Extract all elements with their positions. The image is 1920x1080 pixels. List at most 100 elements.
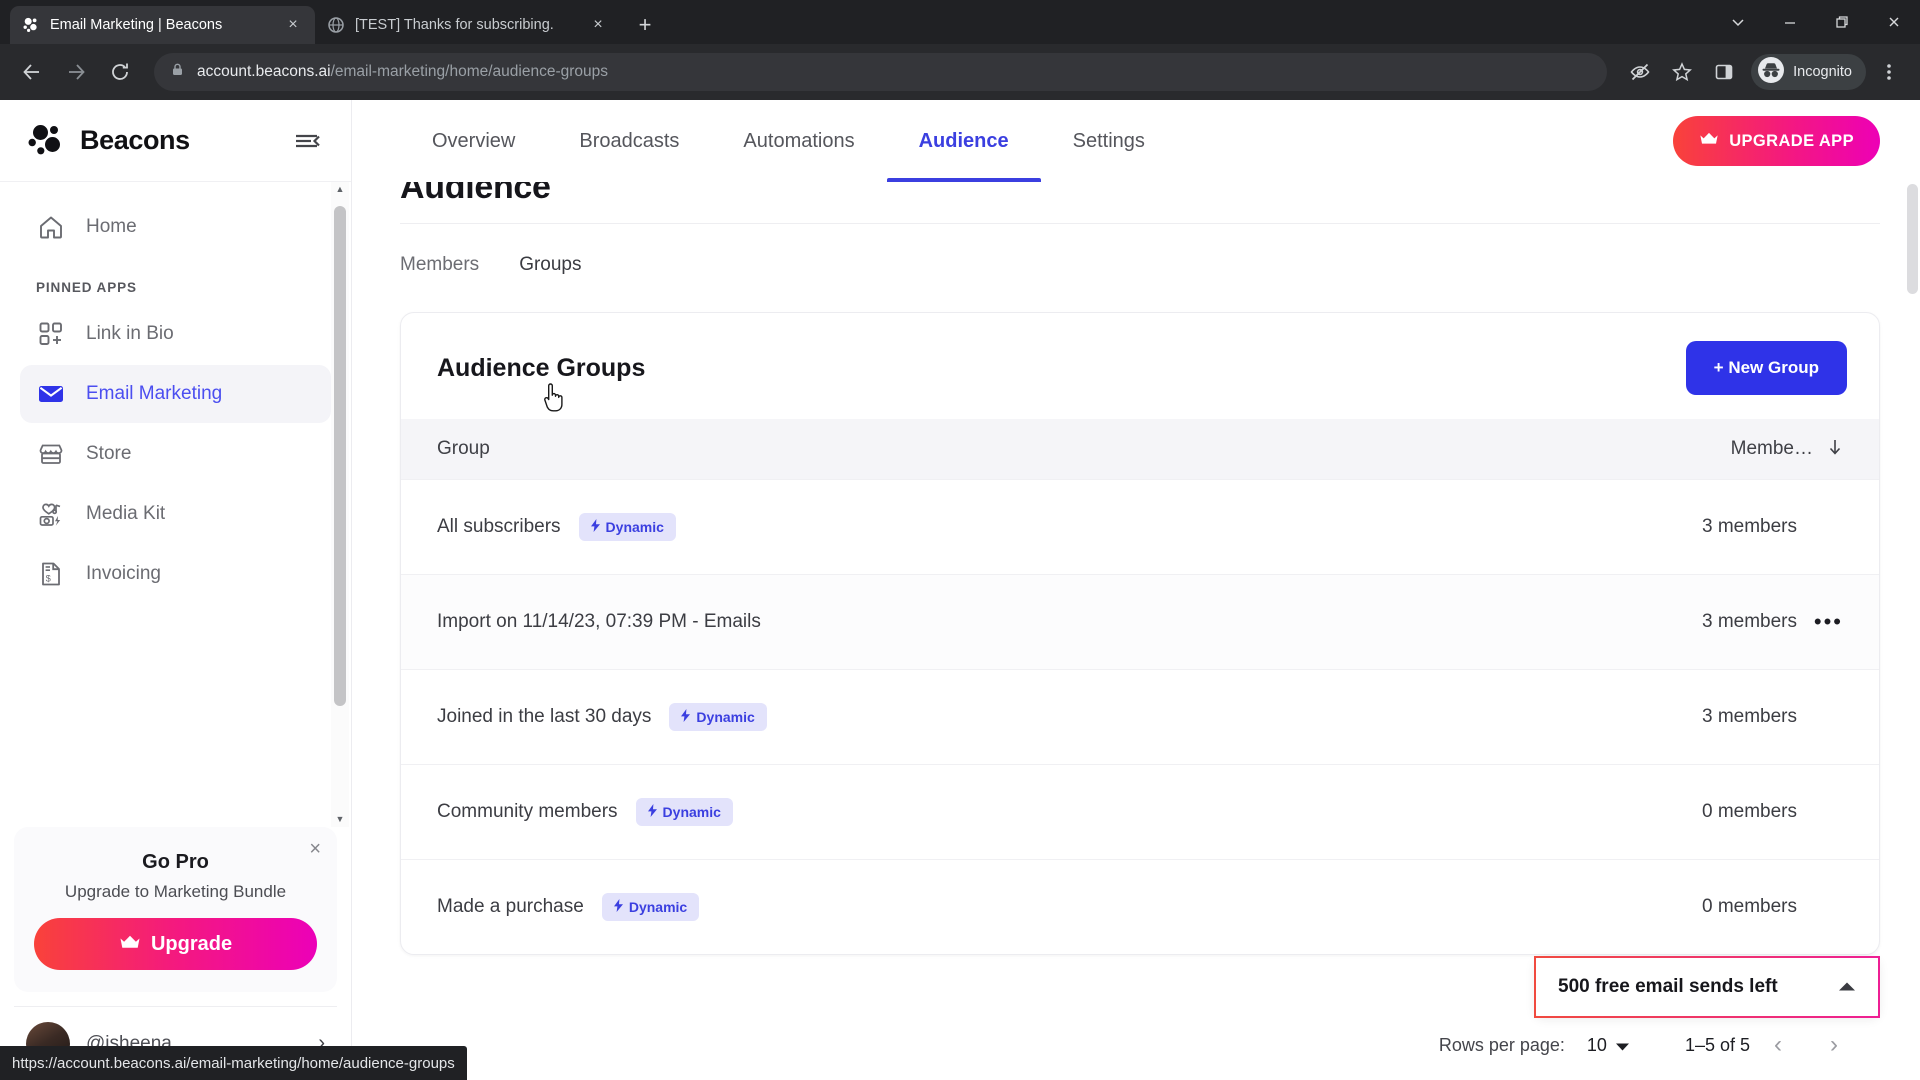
page-scrollbar[interactable]	[1904, 100, 1920, 1080]
audience-groups-card: Audience Groups + New Group Group Membe…	[400, 312, 1880, 955]
star-icon[interactable]	[1663, 53, 1701, 91]
minimize-icon[interactable]	[1764, 0, 1816, 44]
pagination-bar: Rows per page: 10 1–5 of 5 ‹ ›	[352, 1010, 1920, 1080]
column-header-group[interactable]: Group	[437, 438, 490, 460]
back-arrow-icon[interactable]	[12, 52, 52, 92]
table-header: Group Membe…	[401, 419, 1879, 479]
caret-down-icon	[1615, 1035, 1629, 1056]
browser-window: Email Marketing | Beacons × [TEST] Thank…	[0, 0, 1920, 1080]
scroll-up-arrow-icon[interactable]: ▲	[336, 185, 345, 194]
member-count: 3 members	[1701, 516, 1797, 537]
table-row[interactable]: All subscribers Dynamic 3 members	[401, 479, 1879, 574]
globe-icon	[327, 16, 345, 34]
lightning-icon	[681, 709, 691, 725]
sidebar-item-label: Email Marketing	[86, 383, 223, 404]
scroll-down-arrow-icon[interactable]: ▼	[336, 815, 345, 824]
table-row[interactable]: Joined in the last 30 days Dynamic 3 mem…	[401, 669, 1879, 764]
new-group-button[interactable]: + New Group	[1685, 341, 1847, 395]
tab-search-icon[interactable]	[1712, 0, 1764, 44]
next-page-button[interactable]: ›	[1806, 1031, 1862, 1059]
main-content: Overview Broadcasts Automations Audience…	[352, 100, 1920, 1080]
side-panel-icon[interactable]	[1705, 53, 1743, 91]
top-nav-items: Overview Broadcasts Automations Audience…	[400, 100, 1177, 182]
collapse-sidebar-icon[interactable]	[293, 126, 323, 156]
address-bar[interactable]: account.beacons.ai/email-marketing/home/…	[154, 53, 1608, 91]
lightning-icon	[647, 804, 657, 820]
store-icon	[36, 439, 66, 469]
sidebar-item-label: Invoicing	[86, 563, 161, 584]
incognito-indicator[interactable]: Incognito	[1751, 54, 1866, 90]
close-icon[interactable]: ×	[283, 15, 303, 35]
row-menu-icon[interactable]: •••	[1797, 611, 1843, 633]
reload-icon[interactable]	[100, 52, 140, 92]
upgrade-app-label: UPGRADE APP	[1729, 131, 1854, 150]
subtab-members[interactable]: Members	[400, 254, 479, 276]
member-count: 0 members	[1701, 896, 1797, 917]
tab-audience[interactable]: Audience	[886, 100, 1041, 182]
group-name: Import on 11/14/23, 07:39 PM - Emails	[437, 611, 761, 632]
group-name: Made a purchase	[437, 896, 584, 917]
tab-broadcasts[interactable]: Broadcasts	[547, 100, 711, 182]
sort-descending-arrow-icon[interactable]	[1827, 438, 1843, 461]
go-pro-title: Go Pro	[142, 851, 209, 873]
upgrade-app-button[interactable]: UPGRADE APP	[1673, 116, 1880, 166]
sidebar-item-home[interactable]: Home	[20, 198, 331, 256]
badge-label: Dynamic	[628, 899, 688, 915]
brand-name: Beacons	[80, 125, 190, 155]
new-tab-button[interactable]: +	[628, 8, 662, 42]
column-header-members[interactable]: Membe…	[1731, 438, 1843, 461]
window-controls	[1712, 0, 1920, 44]
sidebar-header: Beacons	[0, 100, 351, 182]
member-count: 3 members	[1701, 611, 1797, 632]
sidebar-item-store[interactable]: Store	[20, 425, 331, 483]
sidebar-item-email-marketing[interactable]: Email Marketing	[20, 365, 331, 423]
sidebar-section-label: PINNED APPS	[36, 280, 137, 295]
table-row[interactable]: Made a purchase Dynamic 0 members	[401, 859, 1879, 954]
table-row[interactable]: Community members Dynamic 0 members	[401, 764, 1879, 859]
tab-overview[interactable]: Overview	[400, 100, 547, 182]
card-title: Audience Groups	[437, 353, 646, 382]
card-header: Audience Groups + New Group	[401, 313, 1879, 419]
sidebar-item-link-in-bio[interactable]: Link in Bio	[20, 305, 331, 363]
go-pro-subtitle: Upgrade to Marketing Bundle	[64, 882, 287, 901]
three-dot-menu-icon[interactable]	[1870, 53, 1908, 91]
sidebar-item-label: Media Kit	[86, 503, 166, 524]
previous-page-button[interactable]: ‹	[1750, 1031, 1806, 1059]
crown-icon	[1699, 131, 1719, 151]
close-icon[interactable]: ×	[309, 839, 321, 859]
caret-up-icon[interactable]	[1838, 980, 1856, 995]
sidebar-item-invoicing[interactable]: $ Invoicing	[20, 545, 331, 603]
close-icon[interactable]	[1868, 0, 1920, 44]
sidebar-item-label: Link in Bio	[86, 323, 174, 344]
status-badge: Dynamic	[635, 798, 733, 826]
crown-icon	[119, 933, 141, 956]
close-icon[interactable]: ×	[588, 15, 608, 35]
browser-tab-2[interactable]: [TEST] Thanks for subscribing. ×	[315, 6, 620, 44]
status-badge: Dynamic	[578, 513, 676, 541]
badge-label: Dynamic	[696, 709, 755, 725]
page-title: Audience	[400, 182, 551, 206]
tab-settings[interactable]: Settings	[1041, 100, 1177, 182]
rows-per-page-select[interactable]: 10	[1587, 1035, 1629, 1056]
scrollbar-thumb[interactable]	[1907, 184, 1918, 294]
eye-off-icon[interactable]	[1621, 53, 1659, 91]
table-row[interactable]: Import on 11/14/23, 07:39 PM - Emails 3 …	[401, 574, 1879, 669]
group-name: All subscribers	[437, 516, 561, 537]
status-badge: Dynamic	[601, 893, 700, 921]
sidebar-item-media-kit[interactable]: Media Kit	[20, 485, 331, 543]
page-range-text: 1–5 of 5	[1684, 1034, 1750, 1055]
browser-toolbar: account.beacons.ai/email-marketing/home/…	[0, 44, 1920, 100]
browser-tab-1[interactable]: Email Marketing | Beacons ×	[10, 6, 315, 44]
svg-text:$: $	[46, 573, 51, 583]
maximize-icon[interactable]	[1816, 0, 1868, 44]
member-count: 3 members	[1701, 706, 1797, 727]
badge-label: Dynamic	[605, 519, 664, 535]
subtab-groups[interactable]: Groups	[519, 254, 581, 276]
content-area: Audience Members Groups Audience Groups …	[352, 182, 1920, 1080]
scrollbar-thumb[interactable]	[334, 206, 346, 706]
upgrade-button[interactable]: Upgrade	[34, 918, 317, 970]
forward-arrow-icon[interactable]	[56, 52, 96, 92]
free-email-sends-pill[interactable]: 500 free email sends left	[1534, 956, 1880, 1018]
sidebar-scrollbar[interactable]: ▲ ▼	[331, 182, 349, 827]
tab-automations[interactable]: Automations	[711, 100, 886, 182]
